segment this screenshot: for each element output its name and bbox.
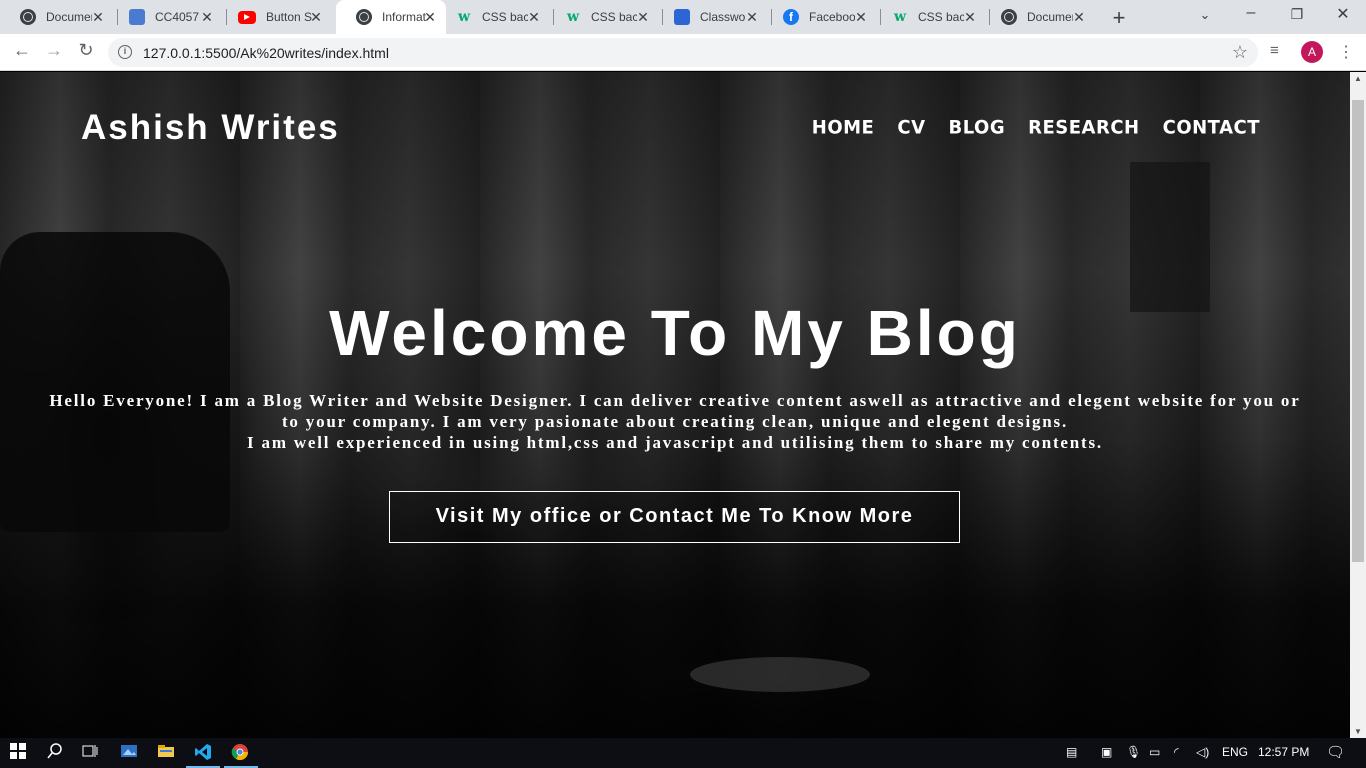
hero-text-line-1: Hello Everyone! I am a Blog Writer and W… — [49, 391, 1301, 431]
background-chair-shape — [0, 232, 230, 532]
tab-strip: Document ✕ CC4057 ✕ Button S ✕ Informat … — [0, 0, 1366, 34]
tab-title: CSS bac — [482, 10, 528, 24]
notification-icon[interactable]: 🗨 — [1326, 743, 1345, 761]
classroom-icon — [674, 9, 690, 25]
tab-css-bac-3[interactable]: w CSS bac ✕ — [872, 0, 986, 34]
hero-title: Welcome To My Blog — [329, 297, 1021, 369]
battery-icon[interactable]: ▭ — [1149, 745, 1160, 759]
address-bar[interactable]: i 127.0.0.1:5500/Ak%20writes/index.html … — [108, 38, 1258, 67]
close-icon[interactable]: ✕ — [744, 9, 760, 25]
photos-app-icon[interactable] — [119, 743, 139, 763]
tab-document[interactable]: Document ✕ — [0, 0, 114, 34]
tab-title: Button S — [266, 10, 312, 24]
w3schools-icon: w — [566, 9, 580, 25]
restore-icon[interactable]: ❐ — [1277, 6, 1317, 23]
hero-description: Hello Everyone! I am a Blog Writer and W… — [40, 390, 1310, 453]
clock[interactable]: 12:57 PM — [1258, 745, 1309, 759]
close-icon[interactable]: ✕ — [90, 9, 106, 25]
tab-title: Faceboo — [809, 10, 855, 24]
windows-taskbar: ▤ ▣ 🎙 ▭ ◜ ◁) ENG 12:57 PM 🗨 — [0, 738, 1366, 768]
tab-facebook[interactable]: f Faceboo ✕ — [763, 0, 877, 34]
menu-icon[interactable]: ⋮ — [1338, 42, 1354, 62]
chrome-icon[interactable] — [230, 743, 250, 763]
cta-button[interactable]: Visit My office or Contact Me To Know Mo… — [389, 491, 960, 543]
hero-text-line-2: I am well experienced in using html,css … — [247, 433, 1103, 452]
minimize-icon[interactable]: – — [1231, 4, 1271, 22]
new-tab-icon[interactable]: + — [1108, 5, 1130, 31]
background-window-shape — [1130, 162, 1210, 312]
close-icon[interactable]: ✕ — [635, 9, 651, 25]
forward-icon[interactable]: → — [42, 40, 66, 61]
w3schools-icon: w — [893, 9, 907, 25]
tab-search-icon[interactable]: ⌄ — [1185, 7, 1225, 23]
volume-icon[interactable]: ◁) — [1196, 745, 1209, 759]
close-icon[interactable]: ✕ — [853, 9, 869, 25]
w3schools-icon: w — [457, 9, 471, 25]
search-icon[interactable] — [45, 743, 65, 763]
globe-icon — [356, 9, 372, 25]
close-icon[interactable]: ✕ — [308, 9, 324, 25]
browser-toolbar: ← → ↻ i 127.0.0.1:5500/Ak%20writes/index… — [0, 34, 1366, 71]
nav-contact[interactable]: CONTACT — [1163, 116, 1260, 138]
tab-title: Classwo — [700, 10, 746, 24]
tab-cc4057[interactable]: CC4057 ✕ — [109, 0, 223, 34]
tab-classroom[interactable]: Classwo ✕ — [654, 0, 768, 34]
globe-icon — [1001, 9, 1017, 25]
tab-title: Document — [46, 10, 92, 24]
meet-icon — [129, 9, 145, 25]
avatar[interactable]: A — [1301, 41, 1323, 63]
nav-home[interactable]: HOME — [812, 116, 875, 138]
wifi-icon[interactable]: ◜ — [1174, 745, 1179, 759]
tab-title: Document — [1027, 10, 1073, 24]
language-indicator[interactable]: ENG — [1222, 745, 1248, 759]
nav-research[interactable]: RESEARCH — [1028, 116, 1139, 138]
background-cup-shape — [690, 657, 870, 692]
close-window-icon[interactable]: ✕ — [1323, 4, 1363, 24]
back-icon[interactable]: ← — [10, 40, 34, 61]
tab-title: CC4057 — [155, 10, 200, 24]
news-icon[interactable]: ▤ — [1066, 745, 1077, 759]
tab-information[interactable]: Informat ✕ — [336, 0, 446, 34]
scroll-up-icon[interactable]: ▲ — [1354, 74, 1362, 83]
reload-icon[interactable]: ↻ — [74, 40, 98, 61]
meet-now-icon[interactable]: ▣ — [1101, 745, 1112, 759]
site-brand[interactable]: Ashish Writes — [81, 108, 340, 148]
page-hero: Ashish Writes HOME CV BLOG RESEARCH CONT… — [0, 72, 1350, 738]
microphone-icon[interactable]: 🎙 — [1126, 745, 1141, 759]
task-view-icon[interactable] — [80, 743, 100, 763]
close-icon[interactable]: ✕ — [526, 9, 542, 25]
globe-icon — [20, 9, 36, 25]
windows-start-icon[interactable] — [8, 743, 28, 763]
youtube-icon — [238, 10, 256, 24]
facebook-icon: f — [783, 9, 799, 25]
close-icon[interactable]: ✕ — [962, 9, 978, 25]
nav-blog[interactable]: BLOG — [949, 116, 1006, 138]
close-icon[interactable]: ✕ — [1071, 9, 1087, 25]
file-explorer-icon[interactable] — [156, 743, 176, 763]
site-nav: HOME CV BLOG RESEARCH CONTACT — [812, 116, 1260, 138]
tab-document-2[interactable]: Document ✕ — [981, 0, 1095, 34]
vertical-scrollbar[interactable]: ▲ ▼ — [1350, 72, 1366, 738]
tab-title: CSS bac — [918, 10, 964, 24]
tab-css-bac-1[interactable]: w CSS bac ✕ — [436, 0, 550, 34]
media-control-icon[interactable]: ≡ — [1270, 42, 1279, 59]
info-icon[interactable]: i — [118, 45, 132, 59]
tab-css-bac-2[interactable]: w CSS bac ✕ — [545, 0, 659, 34]
scrollbar-thumb[interactable] — [1352, 100, 1364, 562]
url-text[interactable]: 127.0.0.1:5500/Ak%20writes/index.html — [143, 45, 389, 61]
scroll-down-icon[interactable]: ▼ — [1354, 727, 1362, 736]
nav-cv[interactable]: CV — [897, 116, 925, 138]
tab-title: CSS bac — [591, 10, 637, 24]
vscode-icon[interactable] — [193, 743, 213, 763]
close-icon[interactable]: ✕ — [199, 9, 215, 25]
tab-button[interactable]: Button S ✕ — [218, 0, 332, 34]
bookmark-star-icon[interactable]: ☆ — [1232, 42, 1248, 63]
